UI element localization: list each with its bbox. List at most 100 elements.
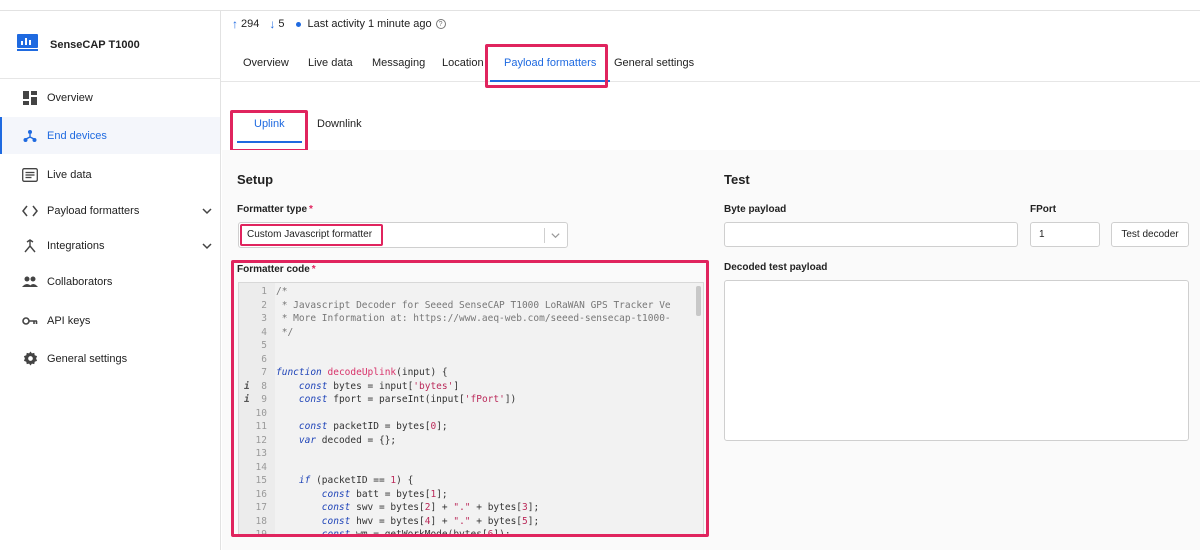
line-number: 1 (261, 286, 267, 297)
code-text: const packetID = bytes[0]; (298, 421, 448, 432)
code-text: const batt = bytes[1]; (321, 488, 448, 500)
sidebar-item-label: API keys (47, 314, 91, 327)
arrow-up-icon: ↑ (232, 17, 238, 31)
code-line: 15 if (packetID == 1) { (239, 475, 703, 489)
code-line: 6 (239, 353, 703, 368)
code-line: 14 (239, 461, 703, 476)
sidebar-item-label: Integrations (47, 239, 105, 252)
formatter-code-label: Formatter code * (237, 264, 316, 275)
tab-overview[interactable]: Overview (243, 44, 289, 81)
code-line: 3 * More Information at: https://www.aeq… (239, 313, 703, 327)
line-number: 18 (255, 515, 267, 527)
tab-general-settings[interactable]: General settings (614, 44, 694, 81)
line-number: 7 (261, 367, 267, 378)
line-number: 16 (255, 488, 267, 500)
payload-direction-tabs: Uplink Downlink (221, 106, 1200, 144)
code-line: 7 function decodeUplink(input) { (239, 367, 703, 381)
code-text: */ (276, 326, 294, 338)
byte-payload-input[interactable] (724, 222, 1018, 247)
code-text: var decoded = {}; (298, 434, 397, 446)
setup-title: Setup (237, 172, 274, 187)
sidebar-item-label: Collaborators (47, 275, 113, 288)
brand-name: SenseCAP T1000 (50, 39, 140, 51)
code-icon (22, 203, 38, 219)
sidebar: SenseCAP T1000 Overview End devices Live… (0, 11, 221, 550)
sidebar-item-payload-formatters[interactable]: Payload formatters (0, 192, 220, 229)
sidebar-item-label: General settings (47, 352, 128, 365)
gear-icon (22, 351, 38, 367)
info-marker-icon[interactable]: i (244, 394, 250, 405)
line-number: 6 (261, 353, 267, 365)
sidebar-item-collaborators[interactable]: Collaborators (0, 263, 220, 300)
status-dot-icon (296, 21, 302, 27)
code-line: 1 /* (239, 286, 703, 300)
code-line: 11 const packetID = bytes[0]; (239, 421, 703, 435)
code-line: 2 * Javascript Decoder for Seeed SenseCA… (239, 299, 703, 314)
line-number: 15 (255, 475, 267, 486)
sidebar-item-general-settings[interactable]: General settings (0, 340, 220, 377)
test-decoder-button[interactable]: Test decoder (1111, 222, 1189, 247)
people-icon (22, 274, 38, 290)
formatter-type-select[interactable]: Custom Javascript formatter (238, 222, 568, 248)
decoded-test-payload-label: Decoded test payload (724, 262, 828, 273)
tab-uplink[interactable]: Uplink (237, 106, 301, 143)
downlink-count-value: 5 (278, 18, 285, 30)
line-number: 19 (255, 529, 267, 537)
tab-messaging[interactable]: Messaging (372, 44, 425, 81)
code-line: 10 (239, 408, 703, 422)
arrow-down-icon: ↓ (269, 17, 276, 31)
tab-live-data[interactable]: Live data (308, 44, 353, 81)
line-number: 2 (261, 299, 267, 311)
tab-payload-formatters[interactable]: Payload formatters (489, 44, 611, 82)
code-line: 8i const bytes = input['bytes'] (239, 381, 703, 395)
select-separator (544, 228, 545, 243)
chevron-down-icon (202, 207, 212, 214)
line-number: 12 (255, 434, 267, 446)
dashboard-icon (22, 90, 38, 106)
line-number: 4 (261, 326, 267, 338)
code-line: 12 var decoded = {}; (239, 434, 703, 449)
tab-location[interactable]: Location (442, 44, 484, 81)
sidebar-item-integrations[interactable]: Integrations (0, 227, 220, 264)
sidebar-item-label: End devices (47, 129, 107, 142)
brand[interactable]: SenseCAP T1000 (0, 11, 221, 79)
uplink-count-value: 294 (241, 18, 260, 30)
device-chart-icon (17, 34, 38, 51)
code-line: 4 */ (239, 326, 703, 341)
code-text: const swv = bytes[2] + "." + bytes[3]; (321, 502, 540, 513)
code-line: 16 const batt = bytes[1]; (239, 488, 703, 503)
chevron-down-icon (551, 233, 560, 239)
line-number: 14 (255, 461, 267, 473)
sidebar-item-end-devices[interactable]: End devices (0, 117, 220, 154)
code-text: function decodeUplink(input) { (276, 367, 448, 378)
code-text: const hwv = bytes[4] + "." + bytes[5]; (321, 515, 540, 527)
line-number: 13 (255, 448, 267, 459)
tab-downlink[interactable]: Downlink (317, 106, 362, 142)
sidebar-item-live-data[interactable]: Live data (0, 156, 220, 193)
byte-payload-label: Byte payload (724, 204, 787, 215)
formatter-code-editor[interactable]: 1 /* 2 * Javascript Decoder for Seeed Sens… (238, 282, 704, 537)
code-text: const fport = parseInt(input['fPort']) (298, 394, 517, 405)
code-text: /* (276, 286, 288, 297)
code-line: 17 const swv = bytes[2] + "." + bytes[3]… (239, 502, 703, 516)
sidebar-item-overview[interactable]: Overview (0, 79, 220, 116)
line-number: 11 (255, 421, 267, 432)
fport-input[interactable]: 1 (1030, 222, 1100, 247)
last-activity: Last activity 1 minute ago ? (294, 18, 446, 30)
code-text: * More Information at: https://www.aeq-w… (276, 313, 671, 324)
last-activity-text: Last activity 1 minute ago (307, 18, 432, 30)
code-text: if (packetID == 1) { (298, 475, 414, 486)
sidebar-item-label: Payload formatters (47, 204, 140, 217)
decoded-test-payload-output[interactable] (724, 280, 1189, 441)
info-marker-icon[interactable]: i (244, 381, 250, 392)
sidebar-item-label: Overview (47, 91, 93, 104)
integrations-icon (22, 238, 38, 254)
code-line: 9i const fport = parseInt(input['fPort']… (239, 394, 703, 408)
code-text: const wm = getWorkMode(bytes[6]); (321, 529, 511, 537)
uplink-count: ↑ 294 (232, 17, 259, 31)
help-icon[interactable]: ? (435, 19, 446, 29)
sidebar-item-api-keys[interactable]: API keys (0, 302, 220, 339)
line-number: 17 (255, 502, 267, 513)
test-title: Test (724, 172, 750, 187)
key-icon (22, 313, 38, 329)
